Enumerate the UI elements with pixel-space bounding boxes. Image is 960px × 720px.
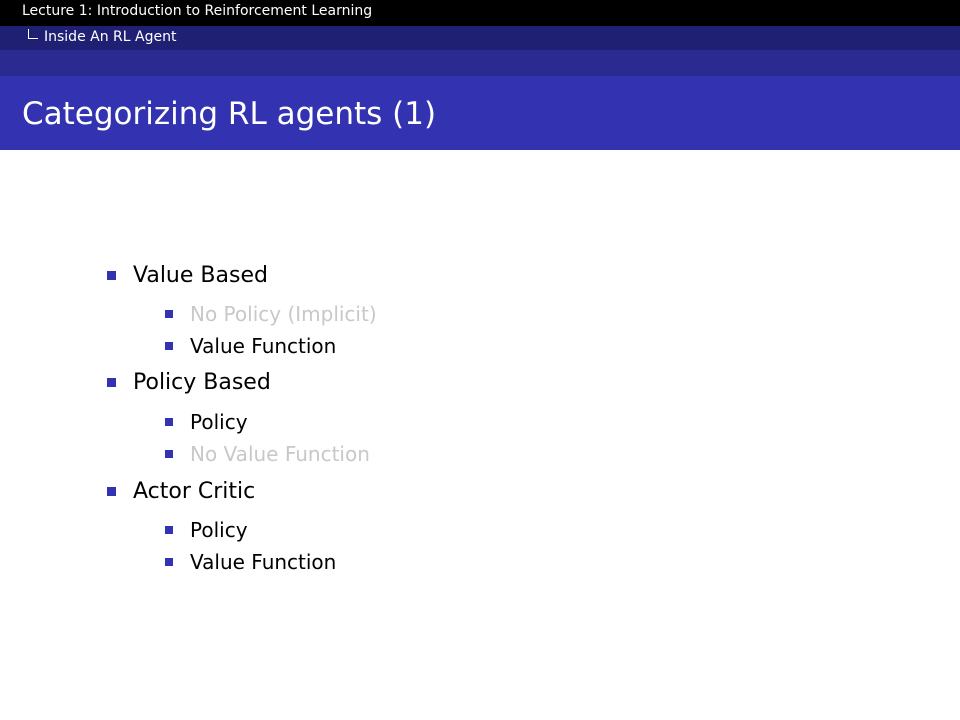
outline-item-actor-critic: Actor Critic (107, 479, 256, 504)
section-breadcrumb[interactable]: Inside An RL Agent (28, 29, 176, 45)
outline-subitem-label: Policy (190, 410, 248, 434)
bullet-square-icon (107, 378, 116, 387)
bullet-square-icon (165, 526, 173, 534)
bullet-square-icon (165, 418, 173, 426)
breadcrumb-corner-icon (28, 29, 38, 39)
outline-subitem-policy: Policy (165, 410, 248, 434)
outline-subitem-value-function: Value Function (165, 334, 337, 358)
outline-subitem-label: Policy (190, 518, 248, 542)
outline-subitem-value-function: Value Function (165, 550, 337, 574)
slide-content: Value Based No Policy (Implicit) Value F… (0, 150, 960, 720)
bullet-square-icon (165, 558, 173, 566)
outline-subitem-label: No Policy (Implicit) (190, 302, 377, 326)
lecture-title: Lecture 1: Introduction to Reinforcement… (22, 3, 373, 19)
outline-subitem-no-value-function: No Value Function (165, 442, 370, 466)
outline-item-label: Policy Based (133, 370, 271, 395)
bullet-square-icon (107, 487, 116, 496)
bullet-square-icon (165, 450, 173, 458)
outline-subitem-no-policy: No Policy (Implicit) (165, 302, 377, 326)
header-stripe (0, 50, 960, 76)
bullet-square-icon (107, 271, 116, 280)
frame-title: Categorizing RL agents (1) (22, 96, 437, 132)
outline-subitem-label: Value Function (190, 550, 337, 574)
section-bar: Inside An RL Agent (0, 26, 960, 50)
outline-subitem-policy: Policy (165, 518, 248, 542)
outline-subitem-label: Value Function (190, 334, 337, 358)
outline-item-policy-based: Policy Based (107, 370, 271, 395)
bullet-square-icon (165, 342, 173, 350)
outline-subitem-label: No Value Function (190, 442, 370, 466)
section-label: Inside An RL Agent (44, 29, 177, 45)
outline-item-label: Actor Critic (133, 479, 256, 504)
frame-title-bar: Categorizing RL agents (1) (0, 76, 960, 150)
outline-item-label: Value Based (133, 263, 268, 288)
outline-item-value-based: Value Based (107, 263, 268, 288)
lecture-header-bar: Lecture 1: Introduction to Reinforcement… (0, 0, 960, 26)
bullet-square-icon (165, 310, 173, 318)
